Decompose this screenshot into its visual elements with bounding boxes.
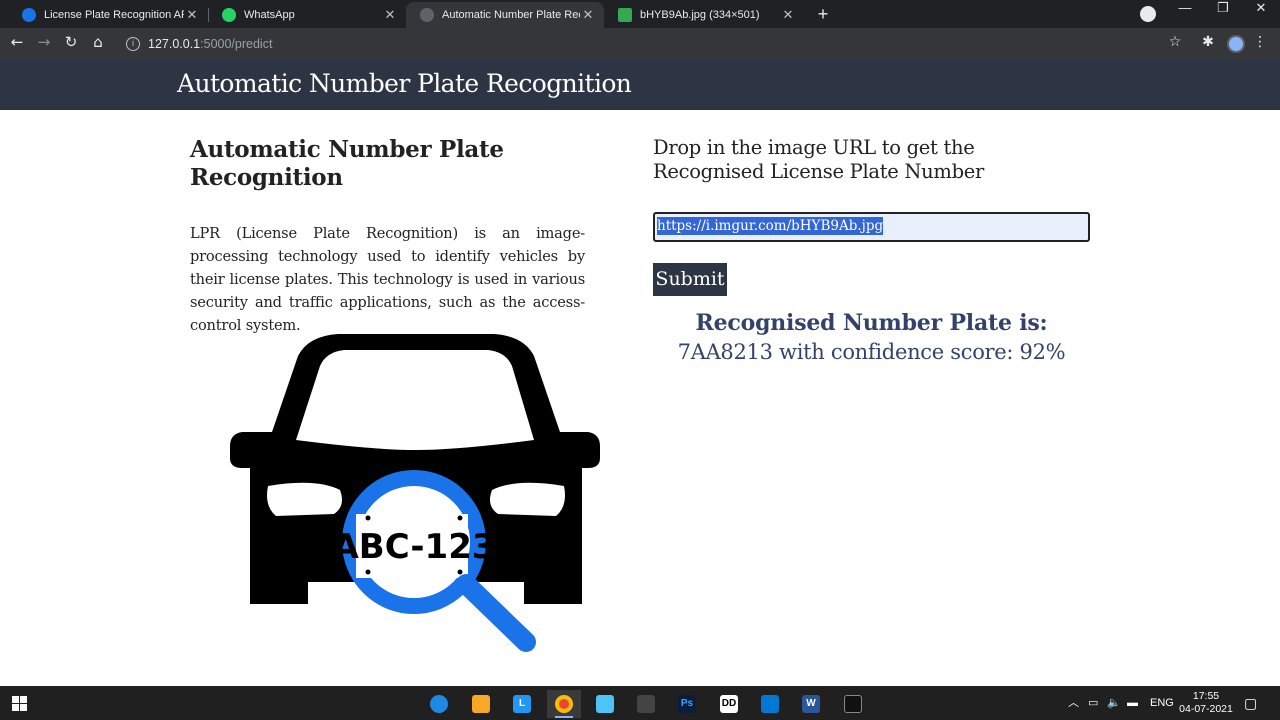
bookmark-star-icon[interactable]: ☆ xyxy=(1166,34,1184,52)
word-icon[interactable]: W xyxy=(794,690,828,718)
extensions-icon[interactable]: ✱ xyxy=(1199,34,1217,52)
back-icon[interactable]: ← xyxy=(6,33,28,55)
close-window-button[interactable]: ✕ xyxy=(1242,0,1280,28)
language-indicator[interactable]: ENG xyxy=(1150,686,1174,720)
browser-tab-strip: License Plate Recognition API Do ✕ Whats… xyxy=(0,0,1280,28)
browser-toolbar: ← → ↻ ⌂ i 127.0.0.1:5000/predict ☆ ✱ ⋮ xyxy=(0,28,1280,59)
car-plate-illustration: ABC-123 xyxy=(230,334,600,652)
globe-favicon-icon xyxy=(420,8,434,22)
windows-taskbar: L Ps DD W ︿ ▭ 🔈 ▬ ENG 17:55 04-07-2021 ▢ xyxy=(0,686,1280,720)
tab-title: License Plate Recognition API Do xyxy=(44,9,184,21)
l-app-icon[interactable]: L xyxy=(505,690,539,718)
windows-start-icon[interactable] xyxy=(12,696,27,711)
plate-text: ABC-123 xyxy=(332,527,495,567)
store-icon[interactable] xyxy=(629,690,663,718)
api-favicon-icon xyxy=(22,8,36,22)
tab-license-plate-api[interactable]: License Plate Recognition API Do ✕ xyxy=(8,2,208,28)
result-panel: Recognised Number Plate is: 7AA8213 with… xyxy=(653,308,1090,366)
site-title: Automatic Number Plate Recognition xyxy=(177,69,632,98)
prediction-form: Drop in the image URL to get the Recogni… xyxy=(653,136,1090,364)
image-url-input[interactable]: https://i.imgur.com/bHYB9Ab.jpg xyxy=(653,212,1090,242)
tab-title: WhatsApp xyxy=(244,9,295,21)
network-icon[interactable]: ▭ xyxy=(1088,686,1098,720)
chrome-icon[interactable] xyxy=(547,690,581,718)
new-tab-button[interactable]: + xyxy=(812,3,834,25)
volume-icon[interactable]: 🔈 xyxy=(1107,686,1121,720)
tab-whatsapp[interactable]: WhatsApp ✕ xyxy=(208,2,406,28)
tray-overflow-icon[interactable]: ︿ xyxy=(1068,686,1079,720)
app-icon[interactable] xyxy=(588,690,622,718)
minimize-button[interactable]: — xyxy=(1166,0,1204,28)
terminal-icon[interactable] xyxy=(836,690,870,718)
tab-anpr[interactable]: Automatic Number Plate Recogn ✕ xyxy=(406,2,604,28)
intro-paragraph: LPR (License Plate Recognition) is an im… xyxy=(190,225,585,334)
submit-button[interactable]: Submit xyxy=(653,263,727,296)
close-tab-icon[interactable]: ✕ xyxy=(382,7,398,23)
clock-time: 17:55 xyxy=(1192,690,1220,702)
selected-url-text: https://i.imgur.com/bHYB9Ab.jpg xyxy=(657,217,884,235)
restore-button[interactable]: ❐ xyxy=(1204,0,1242,28)
close-tab-icon[interactable]: ✕ xyxy=(184,7,200,23)
close-tab-icon[interactable]: ✕ xyxy=(580,7,596,23)
site-header: Automatic Number Plate Recognition xyxy=(0,59,1280,110)
tab-image[interactable]: bHYB9Ab.jpg (334×501) ✕ xyxy=(604,2,804,28)
clock-date: 04-07-2021 xyxy=(1179,703,1233,715)
forward-icon[interactable]: → xyxy=(33,33,55,55)
tab-title: Automatic Number Plate Recogn xyxy=(442,9,580,21)
image-favicon-icon xyxy=(618,8,632,22)
battery-icon[interactable]: ▬ xyxy=(1127,686,1138,720)
form-instructions: Drop in the image URL to get the Recogni… xyxy=(653,136,985,183)
notifications-icon[interactable]: ▢ xyxy=(1244,686,1257,720)
tab-search-icon[interactable] xyxy=(1140,6,1156,22)
clock[interactable]: 17:55 04-07-2021 xyxy=(1178,690,1234,716)
home-icon[interactable]: ⌂ xyxy=(87,33,109,55)
address-bar[interactable]: i 127.0.0.1:5000/predict xyxy=(116,31,1196,56)
profile-avatar[interactable] xyxy=(1227,35,1245,53)
intro-section: Automatic Number Plate Recognition LPR (… xyxy=(190,136,585,337)
url-host: 127.0.0.1 xyxy=(148,36,201,51)
url-path: :5000/predict xyxy=(200,36,273,51)
whatsapp-favicon-icon xyxy=(222,8,236,22)
result-value: 7AA8213 with confidence score: 92% xyxy=(677,340,1066,364)
photoshop-icon[interactable]: Ps xyxy=(670,690,704,718)
edge-icon[interactable] xyxy=(422,690,456,718)
reload-icon[interactable]: ↻ xyxy=(60,33,82,55)
info-icon[interactable]: i xyxy=(126,36,140,51)
result-title: Recognised Number Plate is: xyxy=(695,310,1048,336)
tab-title: bHYB9Ab.jpg (334×501) xyxy=(640,9,760,21)
close-tab-icon[interactable]: ✕ xyxy=(780,7,796,23)
intro-heading: Automatic Number Plate Recognition xyxy=(190,136,504,191)
menu-icon[interactable]: ⋮ xyxy=(1251,34,1269,52)
dolby-icon[interactable]: DD xyxy=(712,690,746,718)
file-explorer-icon[interactable] xyxy=(464,690,498,718)
vscode-icon[interactable] xyxy=(753,690,787,718)
